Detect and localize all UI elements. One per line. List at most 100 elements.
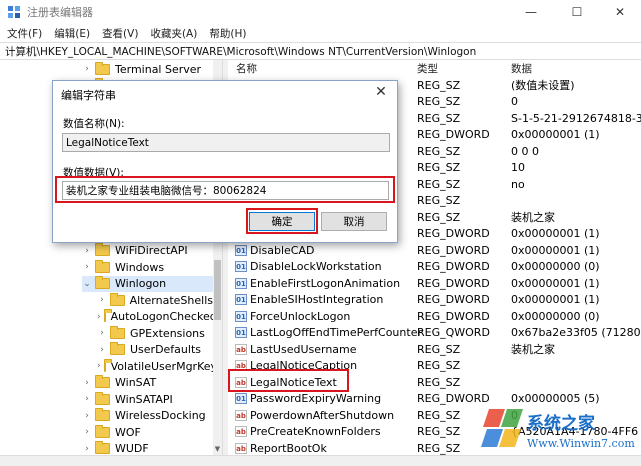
tree-item[interactable]: › UserDefaults <box>97 342 213 359</box>
value-type: REG_DWORD <box>417 293 490 307</box>
chevron-right-icon[interactable]: › <box>97 328 107 338</box>
value-data-label: 数值数据(V): <box>63 167 124 179</box>
tree-item[interactable]: › GPExtensions <box>97 325 213 342</box>
value-type: REG_QWORD <box>417 326 490 340</box>
menu-help[interactable]: 帮助(H) <box>209 26 246 41</box>
chevron-right-icon[interactable]: › <box>82 427 92 437</box>
tree-item[interactable]: › Windows <box>82 259 213 276</box>
window-title: 注册表编辑器 <box>27 6 93 19</box>
value-data: 10 <box>511 161 525 175</box>
value-data: (数值未设置) <box>511 79 575 93</box>
address-bar[interactable]: 计算机\HKEY_LOCAL_MACHINE\SOFTWARE\Microsof… <box>0 42 641 60</box>
binary-value-icon: 01 <box>235 393 247 405</box>
tree-item[interactable]: › WirelessDocking <box>82 408 213 425</box>
dialog-close-icon[interactable]: ✕ <box>374 84 388 100</box>
value-type: REG_SZ <box>417 177 461 191</box>
menu-view[interactable]: 查看(V) <box>102 26 138 41</box>
binary-value-icon: 01 <box>235 294 247 306</box>
close-button[interactable]: ✕ <box>603 0 637 24</box>
value-type: REG_SZ <box>417 95 461 109</box>
menu-bar: 文件(F) 编辑(E) 查看(V) 收藏夹(A) 帮助(H) <box>0 24 641 42</box>
column-name-header[interactable]: 名称 <box>236 61 257 76</box>
chevron-right-icon[interactable]: › <box>82 262 92 272</box>
value-name: DisableLockWorkstation <box>250 260 382 274</box>
tree-item-label: AlternateShells <box>129 293 213 307</box>
folder-icon <box>95 61 110 75</box>
chevron-right-icon[interactable]: › <box>82 411 92 421</box>
binary-value-icon: 01 <box>235 261 247 273</box>
table-row[interactable]: 01 EnableFirstLogonAnimation REG_DWORD 0x00… <box>228 275 641 292</box>
tree-item[interactable]: › VolatileUserMgrKey <box>97 358 217 375</box>
chevron-down-icon[interactable]: ⌄ <box>82 279 92 289</box>
value-data: 0x00000001 (1) <box>511 276 600 290</box>
value-type: REG_SZ <box>417 441 461 455</box>
tree-item[interactable]: › WUDF <box>82 441 213 455</box>
chevron-right-icon[interactable]: › <box>82 444 92 454</box>
tree-item[interactable]: › AutoLogonChecked <box>97 309 217 326</box>
tree-item-label: WiFiDirectAPI <box>115 244 188 258</box>
chevron-right-icon[interactable]: › <box>97 312 101 322</box>
value-name: EnableFirstLogonAnimation <box>250 276 401 290</box>
value-data: 0 0 0 <box>511 144 539 158</box>
value-type: REG_SZ <box>417 161 461 175</box>
tree-item-label: UserDefaults <box>130 343 201 357</box>
table-row[interactable]: 01 LastLogOffEndTimePerfCounter REG_QWORD 0… <box>228 325 641 342</box>
tree-item[interactable]: ⌄ Winlogon <box>82 275 213 292</box>
value-type: REG_SZ <box>417 194 461 208</box>
value-type: REG_SZ <box>417 375 461 389</box>
minimize-button[interactable]: — <box>514 0 548 24</box>
folder-icon <box>110 342 125 356</box>
folder-icon <box>95 276 110 290</box>
value-type: REG_DWORD <box>417 243 490 257</box>
value-data: S-1-5-21-2912674818-3 <box>511 111 641 125</box>
folder-icon <box>103 309 112 323</box>
value-type: REG_SZ <box>417 210 461 224</box>
maximize-button[interactable]: ☐ <box>560 0 594 24</box>
value-data: 0x00000001 (1) <box>511 243 600 257</box>
tree-item[interactable]: › WiFiDirectAPI <box>82 243 213 260</box>
table-row[interactable]: 01 DisableCAD REG_DWORD 0x00000001 (1) <box>228 242 641 259</box>
tree-item[interactable]: › WinSATAPI <box>82 391 213 408</box>
watermark-url: Www.Winwin7.com <box>527 437 635 450</box>
string-value-icon: ab <box>235 409 247 421</box>
tree-item[interactable]: › AlternateShells <box>97 292 213 309</box>
tree-item[interactable]: › Terminal Server <box>82 61 213 78</box>
chevron-right-icon[interactable]: › <box>82 64 92 74</box>
table-row[interactable]: 01 EnableSIHostIntegration REG_DWORD 0x0000… <box>228 292 641 309</box>
menu-favorites[interactable]: 收藏夹(A) <box>150 26 197 41</box>
chevron-right-icon[interactable]: › <box>97 345 107 355</box>
column-data-header[interactable]: 数据 <box>511 61 532 76</box>
string-value-icon: ab <box>235 442 247 454</box>
column-type-header[interactable]: 类型 <box>417 61 438 76</box>
value-name-label: 数值名称(N): <box>63 118 125 130</box>
chevron-right-icon[interactable]: › <box>97 295 107 305</box>
table-row[interactable]: 01 DisableLockWorkstation REG_DWORD 0x00000… <box>228 259 641 276</box>
table-row[interactable]: ab LegalNoticeText REG_SZ <box>228 374 641 391</box>
tree-item[interactable]: › WOF <box>82 424 213 441</box>
chevron-right-icon[interactable]: › <box>82 394 92 404</box>
table-row[interactable]: ab LegalNoticeCaption REG_SZ <box>228 358 641 375</box>
value-data: 0x00000001 (1) <box>511 128 600 142</box>
table-row[interactable]: ab LastUsedUsername REG_SZ 装机之家 <box>228 341 641 358</box>
watermark-brand: 系统之家 <box>527 413 595 434</box>
binary-value-icon: 01 <box>235 310 247 322</box>
value-name: LegalNoticeText <box>250 375 337 389</box>
string-value-icon: ab <box>235 376 247 388</box>
chevron-right-icon[interactable]: › <box>97 361 101 371</box>
chevron-right-icon[interactable]: › <box>82 246 92 256</box>
tree-item-label: WinSATAPI <box>115 392 173 406</box>
folder-icon <box>95 424 110 438</box>
menu-edit[interactable]: 编辑(E) <box>54 26 90 41</box>
chevron-right-icon[interactable]: › <box>82 378 92 388</box>
tree-item[interactable]: › WinSAT <box>82 375 213 392</box>
scroll-down-arrow-icon[interactable]: ▼ <box>213 445 222 455</box>
table-row[interactable]: 01 ForceUnlockLogon REG_DWORD 0x00000000 (0… <box>228 308 641 325</box>
menu-file[interactable]: 文件(F) <box>7 26 42 41</box>
ok-button[interactable]: 确定 <box>249 212 315 231</box>
cancel-button[interactable]: 取消 <box>321 212 387 231</box>
tree-scrollbar-thumb[interactable] <box>214 260 221 320</box>
value-name: DisableCAD <box>250 243 315 257</box>
value-type: REG_DWORD <box>417 227 490 241</box>
value-data-input[interactable]: 装机之家专业组装电脑微信号：80062824 <box>62 181 389 200</box>
binary-value-icon: 01 <box>235 244 247 256</box>
